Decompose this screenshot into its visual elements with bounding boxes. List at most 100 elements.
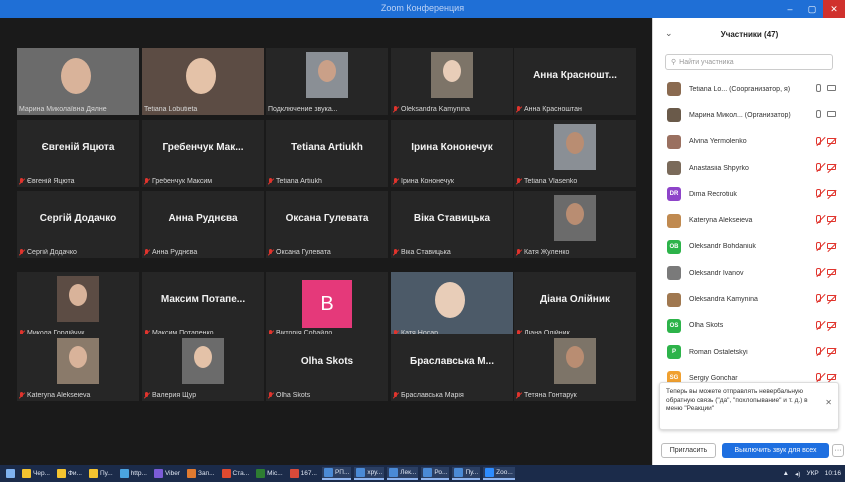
participant-row[interactable]: Alvina Yermolenko [653, 129, 845, 155]
video-tile[interactable]: Анна Красношт... Анна Красноштан [514, 48, 636, 115]
taskbar-app-button[interactable]: http... [118, 467, 149, 480]
camera-off-icon[interactable] [827, 163, 836, 170]
taskbar-app-button[interactable]: Фи... [55, 467, 84, 480]
taskbar-app-button[interactable]: РП... [321, 467, 352, 480]
camera-off-icon[interactable] [827, 242, 836, 249]
taskbar-app-button[interactable]: Ста... [220, 467, 252, 480]
taskbar-app-button[interactable]: Ро... [421, 467, 450, 480]
video-tile[interactable]: Olha Skots Olha Skots [266, 334, 388, 401]
video-tile[interactable]: Tetiana Vlasenko [514, 120, 636, 187]
mic-muted-icon [144, 249, 150, 256]
mic-muted-icon[interactable] [816, 189, 821, 198]
taskbar-app-button[interactable]: Zoo... [483, 467, 515, 480]
participant-row[interactable]: Oleksandra Kamynina [653, 286, 845, 312]
camera-off-icon[interactable] [827, 347, 836, 354]
video-tile[interactable]: Oleksandra Kamynina [391, 48, 513, 115]
video-tile[interactable]: Віка Ставицька Віка Ставицька [391, 191, 513, 258]
video-tile[interactable]: BВікторія Собайло [266, 272, 388, 339]
mute-all-button[interactable]: Выключить звук для всех [722, 443, 829, 458]
participant-row[interactable]: OS Olha Skots [653, 313, 845, 339]
participant-row[interactable]: Anastasiia Shpyrko [653, 155, 845, 181]
mic-icon[interactable] [816, 110, 821, 119]
video-tile[interactable]: Марина Миколаївна Дялне [17, 48, 139, 115]
language-indicator[interactable]: УКР [806, 470, 818, 477]
camera-off-icon[interactable] [827, 269, 836, 276]
video-tile[interactable]: Гребенчук Мак... Гребенчук Максим [142, 120, 264, 187]
camera-icon[interactable] [827, 85, 836, 91]
video-tile[interactable]: Подключение звука... [266, 48, 388, 115]
video-tile[interactable]: Tetiana Artiukh Tetiana Artiukh [266, 120, 388, 187]
mic-muted-icon[interactable] [816, 136, 821, 145]
video-tile[interactable]: Браславська М... Браславська Марія [391, 334, 513, 401]
taskbar-app-button[interactable]: Зап... [185, 467, 216, 480]
mic-muted-icon [144, 178, 150, 185]
taskbar-app-button[interactable]: Лек... [387, 467, 419, 480]
taskbar-app-button[interactable]: Пу... [452, 467, 481, 480]
taskbar-app-button[interactable]: 167... [288, 467, 319, 480]
video-tile[interactable]: Ірина Кононечук Ірина Кононечук [391, 120, 513, 187]
invite-button[interactable]: Пригласить [661, 443, 716, 458]
video-tile[interactable]: Tetiana Lobutieta [142, 48, 264, 115]
tile-display-name: Браславська М... [410, 356, 494, 367]
participant-row[interactable]: Kateryna Alekseieva [653, 207, 845, 233]
video-tile[interactable]: Катя Носар [391, 272, 513, 339]
participant-row[interactable]: Tetiana Lo... (Соорганизатор, я) [653, 76, 845, 102]
camera-off-icon[interactable] [827, 137, 836, 144]
camera-off-icon[interactable] [827, 374, 836, 381]
camera-off-icon[interactable] [827, 216, 836, 223]
more-button[interactable]: ··· [832, 444, 844, 457]
chevron-down-icon[interactable]: ⌄ [665, 28, 673, 39]
mic-muted-icon[interactable] [816, 320, 821, 329]
maximize-button[interactable]: ▢ [801, 0, 823, 18]
taskbar-app-button[interactable]: Чер... [20, 467, 52, 480]
volume-icon[interactable]: ◂) [795, 470, 800, 478]
participant-row[interactable]: Марина Микол... (Организатор) [653, 102, 845, 128]
mic-muted-icon[interactable] [816, 215, 821, 224]
video-tile[interactable]: Катя Жуленко [514, 191, 636, 258]
mic-muted-icon [268, 392, 274, 399]
taskbar-app-button[interactable]: Mic... [254, 467, 285, 480]
participant-name: Анна Руднєва [152, 249, 198, 256]
participant-video [514, 334, 636, 401]
video-tile[interactable]: Тетяна Гонтарук [514, 334, 636, 401]
participant-row[interactable]: OB Oleksandr Bohdaniuk [653, 234, 845, 260]
taskbar-app-button[interactable]: Пу... [87, 467, 115, 480]
video-tile[interactable]: Сергій Додачко Сергій Додачко [17, 191, 139, 258]
video-tile[interactable]: Валерия Щур [142, 334, 264, 401]
taskbar-app-button[interactable]: Viber [152, 467, 182, 480]
participant-row[interactable]: DR Dima Recrotiuk [653, 181, 845, 207]
close-icon[interactable]: ✕ [825, 398, 832, 408]
start-button[interactable] [4, 467, 17, 480]
participant-search-input[interactable]: ⚲ Найти участника [665, 54, 833, 70]
video-tile[interactable]: Євгеній Яцюта Євгеній Яцюта [17, 120, 139, 187]
video-tile[interactable]: Оксана Гулевата Оксана Гулевата [266, 191, 388, 258]
camera-off-icon[interactable] [827, 190, 836, 197]
camera-off-icon[interactable] [827, 321, 836, 328]
video-tile[interactable]: Максим Потапе...Максим Потапенко [142, 272, 264, 339]
participant-row[interactable]: P Roman Ostaletskyi [653, 339, 845, 365]
mic-muted-icon[interactable] [816, 294, 821, 303]
mic-muted-icon[interactable] [816, 373, 821, 382]
video-tile[interactable]: Kateryna Alekseieva [17, 334, 139, 401]
app-icon [389, 468, 399, 477]
app-icon [88, 469, 98, 478]
minimize-button[interactable]: – [779, 0, 801, 18]
tile-name-label: Тетяна Гонтарук [516, 392, 634, 399]
mic-muted-icon[interactable] [816, 241, 821, 250]
avatar: B [302, 280, 352, 328]
mic-muted-icon[interactable] [816, 268, 821, 277]
video-tile[interactable]: Діана ОлійникДіана Олійник [514, 272, 636, 339]
participant-video [514, 120, 636, 187]
participant-row[interactable]: Oleksandr Ivanov [653, 260, 845, 286]
camera-off-icon[interactable] [827, 295, 836, 302]
mic-icon[interactable] [816, 84, 821, 92]
clock[interactable]: 10:16 [825, 470, 841, 477]
video-tile[interactable]: Анна Руднєва Анна Руднєва [142, 191, 264, 258]
close-button[interactable]: ✕ [823, 0, 845, 18]
mic-muted-icon[interactable] [816, 346, 821, 355]
mic-muted-icon[interactable] [816, 162, 821, 171]
video-tile[interactable]: Микола Гордійчук [17, 272, 139, 339]
camera-icon[interactable] [827, 111, 836, 118]
taskbar-app-button[interactable]: хру... [354, 467, 385, 480]
network-icon[interactable]: ▲ [783, 470, 789, 477]
